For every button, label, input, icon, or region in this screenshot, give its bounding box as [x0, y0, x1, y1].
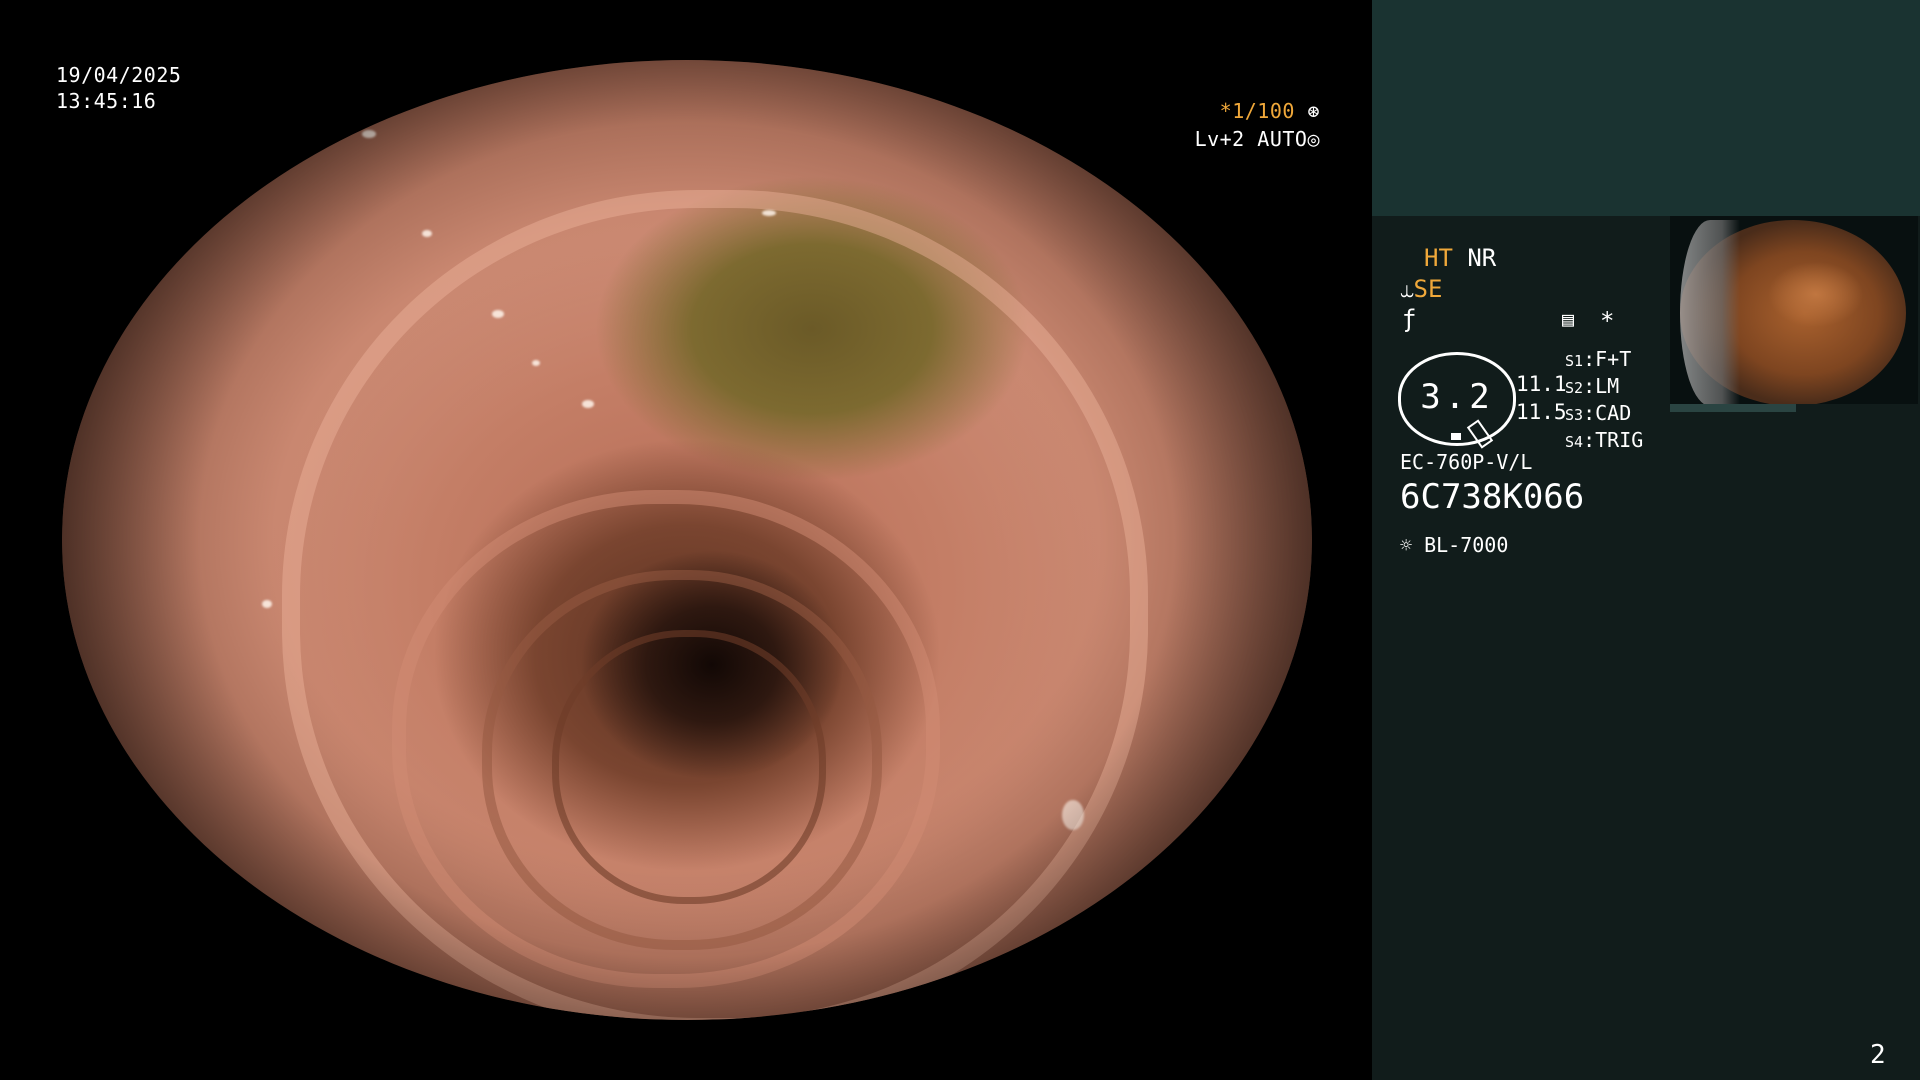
auto-text: AUTO [1257, 127, 1308, 151]
freeze-icon: ƒ [1402, 305, 1417, 333]
gauge-pen-icon [1466, 419, 1494, 449]
exposure-readout: Lv+2 AUTO◎ [1190, 126, 1320, 152]
switch-key: S3 [1565, 406, 1584, 424]
switch-value: F+T [1595, 347, 1632, 371]
date-text: 19/04/2025 [56, 63, 182, 87]
reference-thumbnail[interactable] [1670, 216, 1918, 404]
memory-icon: ▤ [1562, 307, 1575, 331]
mode-se: ⥿SE [1400, 274, 1442, 304]
gauge-marker [1451, 433, 1461, 440]
switch-row: S1:F+T [1565, 347, 1632, 371]
zoom-gauge: 3.2 [1398, 352, 1516, 449]
info-side-panel: HT NR ⥿SE ƒ ▤ * 3.2 11.1 11.5 S1:F+T S2:… [1372, 0, 1920, 1080]
mode-nr: NR [1467, 244, 1497, 272]
reading-2: 11.5 [1516, 400, 1567, 424]
shutter-readout: *1/100 ⊛ [1190, 98, 1320, 124]
switch-key: S4 [1565, 433, 1584, 451]
side-panel-header [1372, 0, 1920, 216]
switch-value: CAD [1595, 401, 1632, 425]
asterisk-indicator: * [1600, 307, 1615, 335]
switch-list: S1:F+T S2:LM S3:CAD S4:TRIG [1565, 347, 1643, 455]
thumbnail-bar [1670, 404, 1796, 412]
iris-icon: ◎ [1307, 127, 1320, 151]
switch-row: S3:CAD [1565, 401, 1632, 425]
switch-key: S1 [1565, 352, 1584, 370]
aperture-icon: ⊛ [1307, 99, 1320, 123]
time-text: 13:45:16 [56, 89, 157, 113]
light-source: ☼ BL-7000 [1400, 530, 1508, 560]
switch-row: S4:TRIG [1565, 428, 1644, 452]
gauge-value: 3.2 [1420, 377, 1494, 417]
structure-enhance-icon: ⥿ [1400, 275, 1414, 303]
scope-model: EC-760P-V/L [1400, 450, 1533, 474]
scope-serial: 6C738K066 [1400, 477, 1585, 517]
switch-key: S2 [1565, 379, 1584, 397]
image-vignette [62, 60, 1312, 1020]
reading-1: 11.1 [1516, 372, 1567, 396]
switch-value: LM [1595, 374, 1620, 398]
shutter-text: *1/100 [1219, 99, 1295, 123]
switch-row: S2:LM [1565, 374, 1620, 398]
light-source-text: BL-7000 [1424, 533, 1509, 557]
mode-se-label: SE [1413, 275, 1443, 303]
datetime-readout: 19/04/2025 13:45:16 [56, 62, 181, 114]
lamp-icon: ☼ [1400, 533, 1413, 557]
thumbnail-reflection [1680, 220, 1740, 404]
endoscopic-image [62, 60, 1312, 1020]
endoscope-main-view: 19/04/2025 13:45:16 *1/100 ⊛ Lv+2 AUTO◎ [0, 0, 1372, 1080]
switch-value: TRIG [1595, 428, 1644, 452]
page-number: 2 [1870, 1040, 1886, 1070]
mode-ht: HT [1424, 244, 1453, 272]
mode-ht-nr: HT NR [1424, 243, 1496, 273]
readings: 11.1 11.5 [1516, 370, 1567, 426]
level-text: Lv+2 [1194, 127, 1245, 151]
